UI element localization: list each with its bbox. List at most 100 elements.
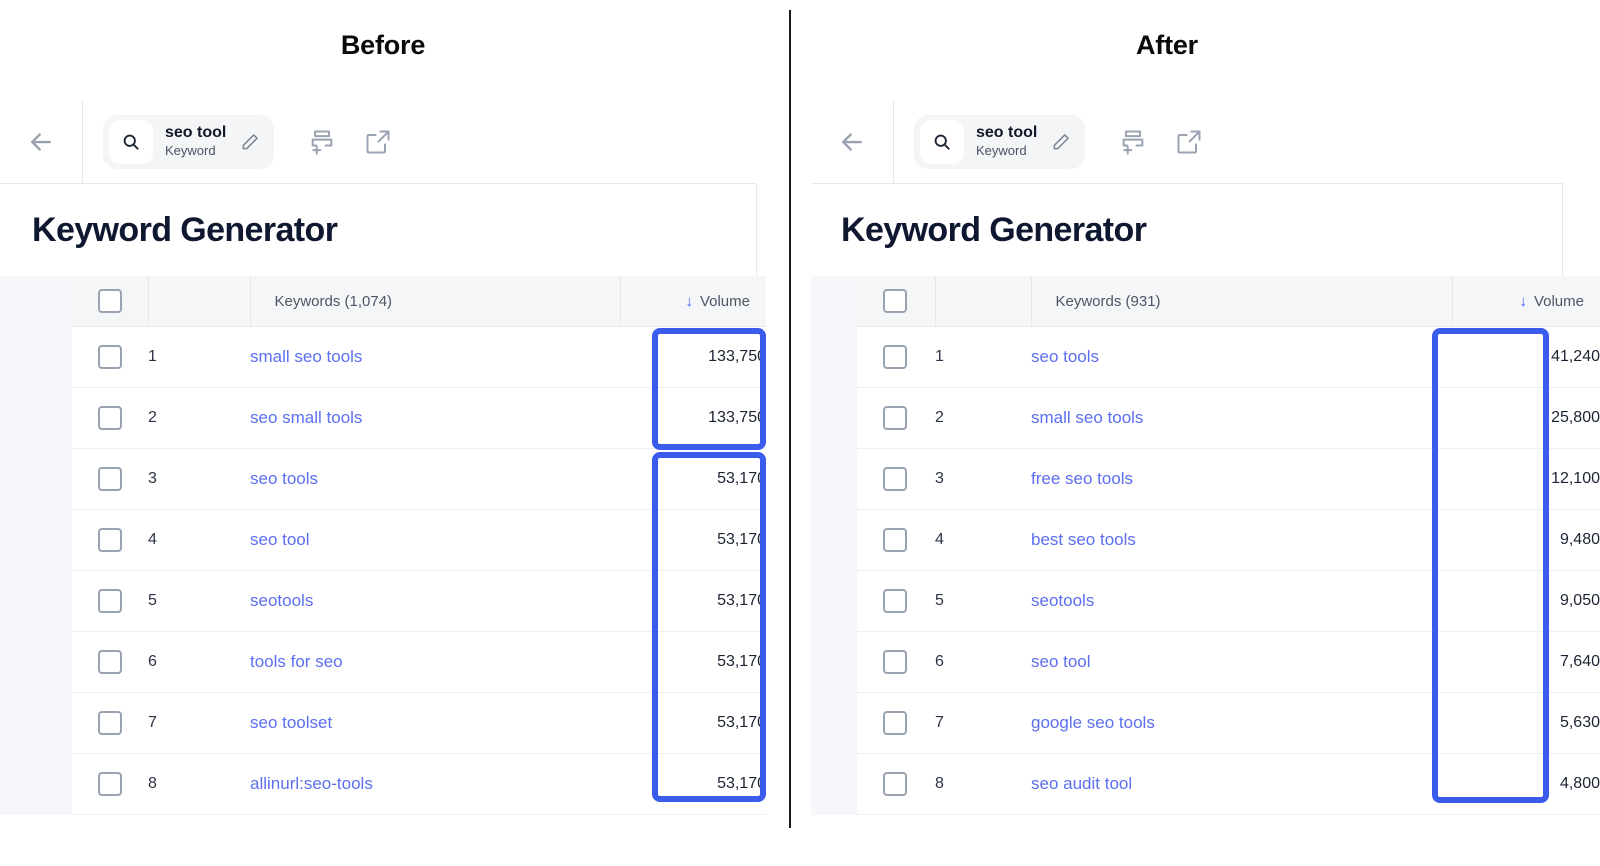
row-checkbox-cell[interactable] [72,326,148,388]
keyword-link[interactable]: seo tool [250,530,310,549]
before-toolbar: seo tool Keyword [0,100,757,184]
add-to-list-button[interactable] [308,128,336,156]
row-checkbox[interactable] [98,467,122,491]
keywords-header[interactable]: Keywords (931) [1031,276,1453,327]
row-checkbox[interactable] [883,772,907,796]
row-checkbox[interactable] [883,467,907,491]
edit-pencil-icon[interactable] [240,132,260,152]
table-row[interactable]: 4 best seo tools 9,480 [857,509,1600,571]
open-external-button[interactable] [1175,128,1203,156]
add-to-list-button[interactable] [1119,128,1147,156]
row-checkbox-cell[interactable] [857,509,935,571]
keyword-link[interactable]: best seo tools [1031,530,1136,549]
row-checkbox[interactable] [98,528,122,552]
row-checkbox[interactable] [883,406,907,430]
row-checkbox[interactable] [98,589,122,613]
row-checkbox[interactable] [883,650,907,674]
keywords-header[interactable]: Keywords (1,074) [250,276,621,327]
row-keyword-cell: small seo tools [1031,387,1452,449]
row-checkbox[interactable] [98,406,122,430]
row-checkbox-cell[interactable] [72,692,148,754]
keyword-link[interactable]: seo tools [1031,347,1099,366]
keyword-link[interactable]: google seo tools [1031,713,1155,732]
row-checkbox-cell[interactable] [72,448,148,510]
row-checkbox[interactable] [883,589,907,613]
table-row[interactable]: 4 seo tool 53,170 [72,509,766,571]
row-checkbox-cell[interactable] [857,387,935,449]
table-row[interactable]: 5 seotools 53,170 [72,570,766,632]
keyword-link[interactable]: seotools [250,591,313,610]
table-row[interactable]: 8 seo audit tool 4,800 [857,753,1600,815]
after-panel-title: After [1135,30,1198,60]
row-rank: 7 [935,692,1031,754]
keyword-link[interactable]: small seo tools [250,347,362,366]
row-checkbox-cell[interactable] [72,631,148,693]
row-volume: 7,640 [1452,631,1600,693]
row-checkbox-cell[interactable] [857,692,935,754]
select-all-checkbox[interactable] [883,289,907,313]
edit-pencil-icon[interactable] [1051,132,1071,152]
row-checkbox[interactable] [98,711,122,735]
panel-right-edge [1562,184,1563,276]
row-checkbox-cell[interactable] [857,753,935,815]
table-row[interactable]: 7 seo toolset 53,170 [72,692,766,754]
select-all-header[interactable] [857,276,936,327]
search-icon [109,119,153,164]
row-volume: 53,170 [620,692,766,754]
row-checkbox-cell[interactable] [857,631,935,693]
search-input[interactable]: seo tool [976,124,1037,142]
keyword-link[interactable]: seo toolset [250,713,332,732]
open-external-button[interactable] [364,128,392,156]
row-checkbox-cell[interactable] [857,326,935,388]
table-row[interactable]: 7 google seo tools 5,630 [857,692,1600,754]
row-checkbox-cell[interactable] [72,570,148,632]
back-button[interactable] [26,127,82,157]
row-checkbox[interactable] [883,528,907,552]
row-volume: 41,240 [1452,326,1600,388]
keyword-link[interactable]: seo audit tool [1031,774,1132,793]
keyword-search-pill[interactable]: seo tool Keyword [103,114,275,169]
volume-header[interactable]: ↓ Volume [1452,276,1600,327]
table-row[interactable]: 5 seotools 9,050 [857,570,1600,632]
row-checkbox-cell[interactable] [72,387,148,449]
keyword-link[interactable]: seo tool [1031,652,1091,671]
table-row[interactable]: 1 small seo tools 133,750 [72,326,766,388]
keyword-link[interactable]: seo tools [250,469,318,488]
back-button[interactable] [837,127,893,157]
select-all-checkbox[interactable] [98,289,122,313]
table-row[interactable]: 6 tools for seo 53,170 [72,631,766,693]
search-input[interactable]: seo tool [165,124,226,142]
keyword-link[interactable]: small seo tools [1031,408,1143,427]
row-keyword-cell: seo tool [250,509,620,571]
after-table-wrapper: Keywords (931) ↓ Volume 1 seo tools 41,24… [811,276,1600,815]
keyword-link[interactable]: seotools [1031,591,1094,610]
table-row[interactable]: 8 allinurl:seo-tools 53,170 [72,753,766,815]
row-checkbox-cell[interactable] [72,753,148,815]
before-table-wrapper: Keywords (1,074) ↓ Volume 1 small seo too… [0,276,766,815]
keyword-link[interactable]: tools for seo [250,652,343,671]
row-rank: 4 [148,509,250,571]
row-checkbox[interactable] [98,345,122,369]
row-volume: 12,100 [1452,448,1600,510]
row-checkbox[interactable] [883,711,907,735]
table-row[interactable]: 6 seo tool 7,640 [857,631,1600,693]
row-checkbox-cell[interactable] [72,509,148,571]
row-checkbox[interactable] [98,650,122,674]
keyword-search-pill[interactable]: seo tool Keyword [914,114,1086,169]
sort-desc-arrow-icon: ↓ [1519,292,1527,310]
row-checkbox[interactable] [98,772,122,796]
row-checkbox[interactable] [883,345,907,369]
table-row[interactable]: 3 seo tools 53,170 [72,448,766,510]
table-row[interactable]: 2 small seo tools 25,800 [857,387,1600,449]
volume-header[interactable]: ↓ Volume [620,276,766,327]
table-row[interactable]: 3 free seo tools 12,100 [857,448,1600,510]
row-keyword-cell: best seo tools [1031,509,1452,571]
row-checkbox-cell[interactable] [857,570,935,632]
keyword-link[interactable]: free seo tools [1031,469,1133,488]
keyword-link[interactable]: allinurl:seo-tools [250,774,373,793]
select-all-header[interactable] [72,276,149,327]
row-checkbox-cell[interactable] [857,448,935,510]
table-row[interactable]: 2 seo small tools 133,750 [72,387,766,449]
table-row[interactable]: 1 seo tools 41,240 [857,326,1600,388]
keyword-link[interactable]: seo small tools [250,408,362,427]
